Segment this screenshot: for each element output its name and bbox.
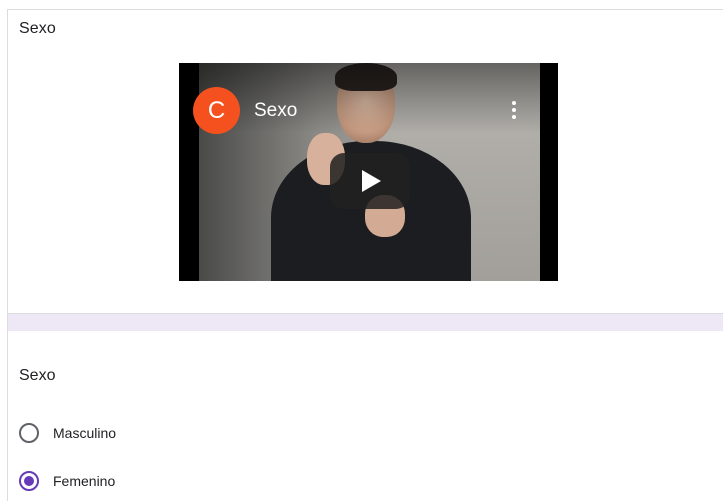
- play-button[interactable]: [330, 153, 410, 209]
- question-title: Sexo: [19, 367, 56, 384]
- more-options-icon[interactable]: [511, 101, 517, 123]
- option-label: Masculino: [53, 425, 117, 441]
- question-card: Sexo Masculino Femenino: [7, 331, 723, 501]
- section-divider: [7, 314, 723, 331]
- video-card: Sexo C Sexo: [7, 9, 723, 314]
- radio-femenino[interactable]: [19, 471, 39, 491]
- option-femenino[interactable]: Femenino: [19, 468, 115, 494]
- radio-masculino[interactable]: [19, 423, 39, 443]
- form-page: Sexo C Sexo Sexo Masculino Femenino: [0, 0, 723, 501]
- option-masculino[interactable]: Masculino: [19, 420, 116, 446]
- video-card-title: Sexo: [19, 20, 56, 37]
- video-player[interactable]: C Sexo: [179, 63, 558, 281]
- option-label: Femenino: [53, 473, 116, 489]
- channel-avatar[interactable]: C: [193, 87, 240, 134]
- play-icon: [362, 170, 381, 192]
- video-title[interactable]: Sexo: [254, 100, 297, 122]
